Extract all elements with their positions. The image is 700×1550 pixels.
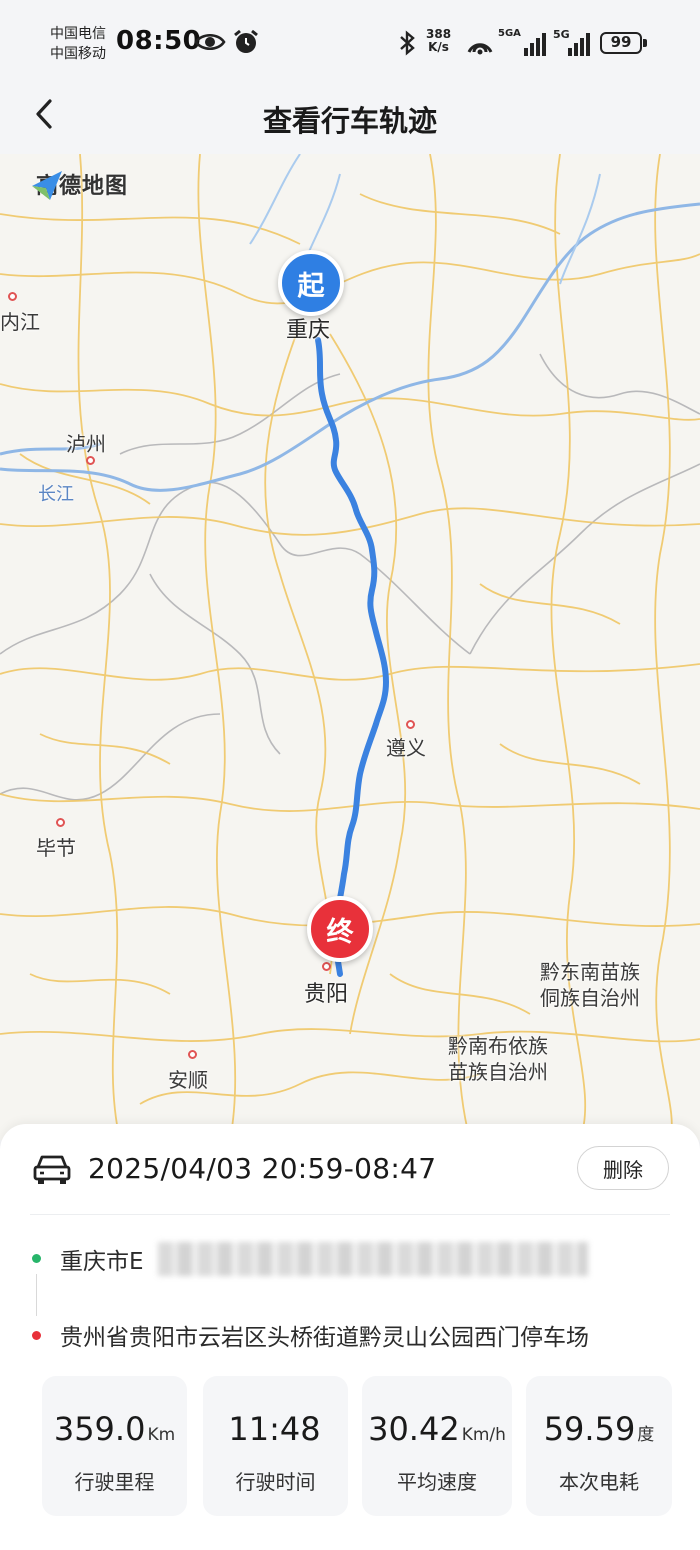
city-dot-luzhou: [86, 456, 95, 465]
stat-value: 359.0 Km: [53, 1410, 176, 1448]
trip-stats: 359.0 Km 行驶里程 11:48 行驶时间 30.42 Km/h 平均速度 5…: [42, 1376, 672, 1516]
map-label-luzhou: 泸州: [66, 432, 106, 456]
map-label-changjiang: 长江: [38, 484, 74, 505]
eye-icon: [194, 30, 226, 58]
page-title: 查看行车轨迹: [262, 104, 437, 138]
start-point-dot: [32, 1254, 41, 1263]
map-label-qiandongnan-1: 黔东南苗族: [540, 960, 640, 984]
stat-label: 平均速度: [397, 1470, 477, 1494]
stat-label: 行驶时间: [235, 1470, 316, 1494]
redacted-address: [158, 1242, 588, 1276]
bluetooth-icon: [398, 30, 416, 60]
carrier-2: 中国移动: [50, 46, 106, 62]
map-label-bijie: 毕节: [36, 836, 76, 860]
stat-label: 本次电耗: [559, 1470, 639, 1494]
stat-label: 行驶里程: [74, 1470, 155, 1494]
signal-icon: [514, 32, 548, 60]
battery-icon: 99: [600, 32, 647, 54]
stat-card-energy: 59.59 度 本次电耗: [526, 1376, 672, 1516]
city-dot-zunyi: [406, 720, 415, 729]
status-time: 08:50: [116, 26, 202, 56]
nfc-icon: [466, 30, 494, 60]
map-label-qiandongnan-2: 侗族自治州: [540, 986, 640, 1010]
end-marker[interactable]: 终: [307, 896, 373, 962]
status-bar: 中国电信 中国移动 08:50 388 K/s 5GA 5G 99: [0, 0, 700, 88]
map-label-qiannan-2: 苗族自治州: [448, 1060, 548, 1084]
delete-button[interactable]: 删除: [577, 1146, 669, 1190]
network-speed: 388 K/s: [426, 27, 452, 54]
map-label-neijiang: 内江: [0, 310, 40, 334]
carrier-info: 中国电信 中国移动: [50, 24, 106, 64]
carrier-1: 中国电信: [50, 26, 106, 42]
city-dot-guiyang: [322, 962, 331, 971]
signal-icon: [562, 32, 592, 60]
end-point-dot: [32, 1331, 41, 1340]
alarm-icon: [232, 28, 260, 60]
route-connector-line: [36, 1274, 37, 1316]
route-line: [315, 337, 389, 977]
amap-logo: 高德地图: [30, 168, 128, 200]
stat-card-distance: 359.0 Km 行驶里程: [42, 1376, 187, 1516]
map-label-anshun: 安顺: [168, 1068, 208, 1092]
map-label-chongqing: 重庆: [286, 318, 331, 343]
trip-time-range: 2025/04/03 20:59-08:47: [88, 1152, 437, 1185]
city-dot-neijiang: [8, 292, 17, 301]
stat-card-avg-speed: 30.42 Km/h 平均速度: [362, 1376, 512, 1516]
map-label-guiyang: 贵阳: [304, 982, 349, 1007]
start-address: 重庆市E: [60, 1249, 144, 1275]
trip-detail-panel: 2025/04/03 20:59-08:47 删除 重庆市E 贵州省贵阳市云岩区…: [0, 1124, 700, 1550]
header: 查看行车轨迹: [0, 88, 700, 154]
end-address: 贵州省贵阳市云岩区头桥街道黔灵山公园西门停车场: [60, 1325, 589, 1351]
trip-header: 2025/04/03 20:59-08:47 删除: [30, 1146, 670, 1196]
city-dot-anshun: [188, 1050, 197, 1059]
map-label-qiannan-1: 黔南布依族: [448, 1034, 548, 1058]
route-map[interactable]: 高德地图 内江 重庆 泸州 长江 遵义 毕节 贵阳 安顺 黔东南苗族 侗族自治州…: [0, 154, 700, 1140]
stat-value: 30.42 Km/h: [368, 1410, 506, 1448]
city-dot-bijie: [56, 818, 65, 827]
divider: [30, 1214, 670, 1215]
stat-value: 11:48: [228, 1410, 321, 1448]
map-label-zunyi: 遵义: [386, 736, 426, 760]
stat-card-duration: 11:48 行驶时间: [203, 1376, 348, 1516]
car-icon: [32, 1152, 72, 1190]
start-marker[interactable]: 起: [278, 250, 344, 316]
stat-value: 59.59 度: [543, 1410, 655, 1448]
